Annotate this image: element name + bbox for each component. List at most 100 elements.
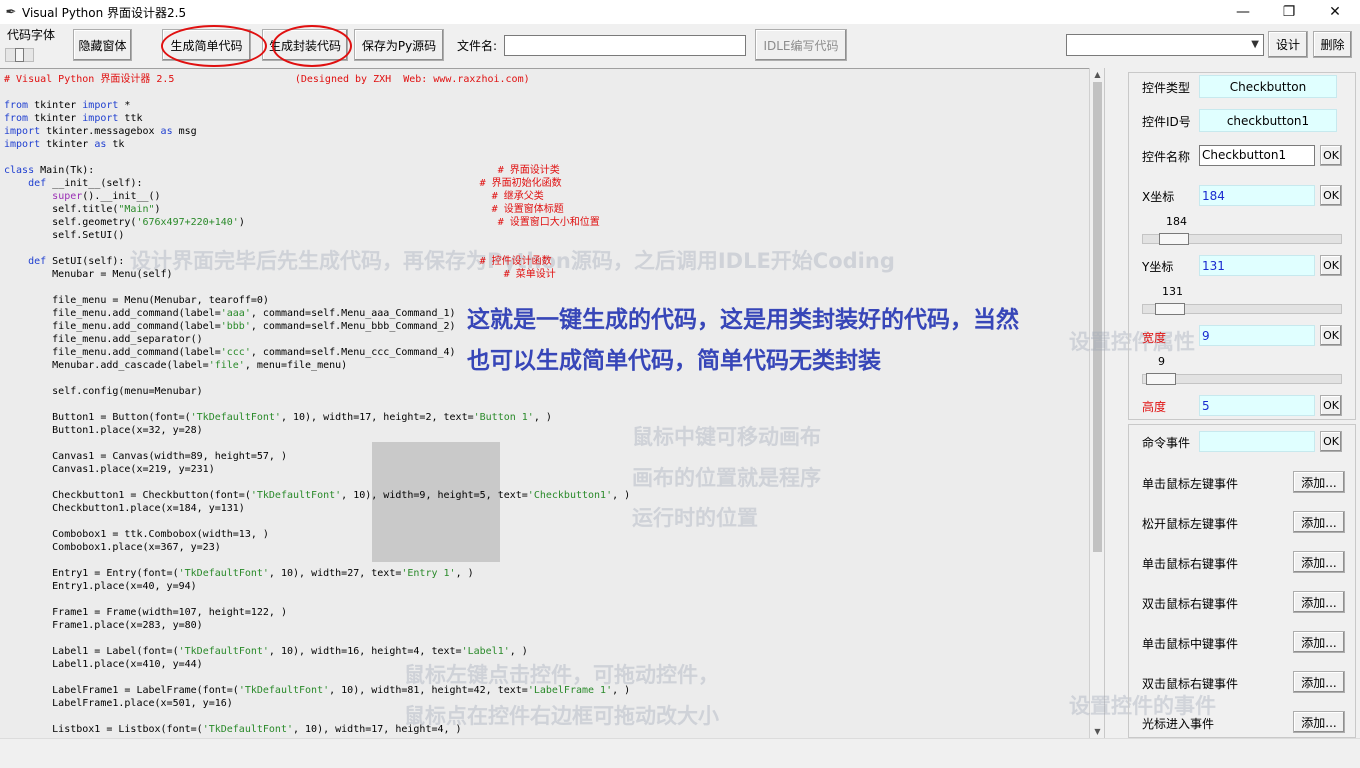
code-scrollbar[interactable]: ▲ ▼ <box>1089 68 1104 738</box>
add-event-button[interactable]: 添加... <box>1293 631 1345 653</box>
y-slider[interactable] <box>1142 303 1342 315</box>
code-token: Label1.place(x=410, y=44) <box>4 659 203 670</box>
code-line[interactable]: Checkbutton1.place(x=184, y=131) <box>4 502 1088 515</box>
code-line[interactable]: Checkbutton1 = Checkbutton(font=('TkDefa… <box>4 489 1088 502</box>
code-token: import <box>4 139 41 150</box>
y-input[interactable]: 131 <box>1199 255 1315 276</box>
scroll-up-icon[interactable]: ▲ <box>1090 70 1105 79</box>
hide-window-button[interactable]: 隐藏窗体 <box>73 29 132 61</box>
filename-input[interactable] <box>504 35 746 56</box>
code-font-slider[interactable] <box>5 48 34 62</box>
scroll-down-icon[interactable]: ▼ <box>1090 727 1105 736</box>
generate-simple-code-button[interactable]: 生成简单代码 <box>162 29 251 61</box>
code-editor[interactable]: 设计界面完毕后先生成代码，再保存为Python源码，之后调用IDLE开始Codi… <box>0 68 1104 738</box>
code-line[interactable]: Canvas1.place(x=219, y=231) <box>4 463 1088 476</box>
command-ok-button[interactable]: OK <box>1320 431 1342 452</box>
code-line[interactable] <box>4 398 1088 411</box>
code-line[interactable]: self.title("Main") # 设置窗体标题 <box>4 203 1088 216</box>
code-token: 'bbb' <box>220 321 251 332</box>
code-text[interactable]: # Visual Python 界面设计器 2.5 (Designed by Z… <box>4 73 1088 737</box>
close-button[interactable]: ✕ <box>1312 0 1358 24</box>
code-line[interactable] <box>4 86 1088 99</box>
code-line[interactable]: class Main(Tk): # 界面设计类 <box>4 164 1088 177</box>
code-line[interactable] <box>4 632 1088 645</box>
width-input[interactable]: 9 <box>1199 325 1315 346</box>
code-line[interactable]: def __init__(self): # 界面初始化函数 <box>4 177 1088 190</box>
design-button[interactable]: 设计 <box>1268 31 1308 58</box>
code-line[interactable]: Canvas1 = Canvas(width=89, height=57, ) <box>4 450 1088 463</box>
code-line[interactable] <box>4 710 1088 723</box>
code-line[interactable]: from tkinter import ttk <box>4 112 1088 125</box>
add-event-button[interactable]: 添加... <box>1293 471 1345 493</box>
code-line[interactable] <box>4 281 1088 294</box>
scrollbar-thumb[interactable] <box>1093 82 1102 552</box>
name-ok-button[interactable]: OK <box>1320 145 1342 166</box>
control-name-input[interactable]: Checkbutton1 <box>1199 145 1315 166</box>
code-token: tkinter.messagebox <box>40 126 161 137</box>
code-line[interactable]: self.SetUI() <box>4 229 1088 242</box>
code-line[interactable]: Entry1 = Entry(font=('TkDefaultFont', 10… <box>4 567 1088 580</box>
code-line[interactable]: Button1.place(x=32, y=28) <box>4 424 1088 437</box>
code-line[interactable]: super().__init__() # 继承父类 <box>4 190 1088 203</box>
code-line[interactable]: # Visual Python 界面设计器 2.5 (Designed by Z… <box>4 73 1088 86</box>
code-line[interactable]: Label1.place(x=410, y=44) <box>4 658 1088 671</box>
minimize-button[interactable]: — <box>1220 0 1266 24</box>
generate-class-code-button[interactable]: 生成封装代码 <box>262 29 348 61</box>
control-id-label: 控件ID号 <box>1142 115 1191 129</box>
slider-thumb[interactable] <box>1159 233 1189 245</box>
code-line[interactable]: LabelFrame1 = LabelFrame(font=('TkDefaul… <box>4 684 1088 697</box>
code-line[interactable]: LabelFrame1.place(x=501, y=16) <box>4 697 1088 710</box>
code-line[interactable]: Menubar = Menu(self) # 菜单设计 <box>4 268 1088 281</box>
command-event-input[interactable] <box>1199 431 1315 452</box>
code-line[interactable] <box>4 151 1088 164</box>
code-line[interactable] <box>4 554 1088 567</box>
code-token: Menubar.add_cascade(label= <box>4 360 209 371</box>
height-input[interactable]: 5 <box>1199 395 1315 416</box>
code-line[interactable]: self.geometry('676x497+220+140') # 设置窗口大… <box>4 216 1088 229</box>
code-line[interactable]: Frame1 = Frame(width=107, height=122, ) <box>4 606 1088 619</box>
code-line[interactable]: def SetUI(self): # 控件设计函数 <box>4 255 1088 268</box>
x-slider[interactable] <box>1142 233 1342 245</box>
widget-select[interactable]: ▼ <box>1066 34 1264 56</box>
code-line[interactable]: Label1 = Label(font=('TkDefaultFont', 10… <box>4 645 1088 658</box>
x-input[interactable]: 184 <box>1199 185 1315 206</box>
slider-thumb[interactable] <box>1146 373 1176 385</box>
code-token: import <box>4 126 41 137</box>
code-line[interactable] <box>4 515 1088 528</box>
save-py-button[interactable]: 保存为Py源码 <box>354 29 444 61</box>
code-line[interactable]: Frame1.place(x=283, y=80) <box>4 619 1088 632</box>
code-line[interactable]: Entry1.place(x=40, y=94) <box>4 580 1088 593</box>
code-line[interactable]: import tkinter.messagebox as msg <box>4 125 1088 138</box>
code-line[interactable] <box>4 242 1088 255</box>
code-line[interactable]: from tkinter import * <box>4 99 1088 112</box>
code-line[interactable] <box>4 476 1088 489</box>
slider-thumb[interactable] <box>1155 303 1185 315</box>
delete-button[interactable]: 删除 <box>1313 31 1352 58</box>
add-event-button[interactable]: 添加... <box>1293 671 1345 693</box>
add-event-button[interactable]: 添加... <box>1293 591 1345 613</box>
code-line[interactable]: import tkinter as tk <box>4 138 1088 151</box>
width-ok-button[interactable]: OK <box>1320 325 1342 346</box>
add-event-button[interactable]: 添加... <box>1293 511 1345 533</box>
idle-code-button[interactable]: IDLE编写代码 <box>755 29 847 61</box>
y-scale-value: 131 <box>1162 285 1183 298</box>
code-token: Entry1 = Entry(font=( <box>4 568 179 579</box>
code-line[interactable] <box>4 437 1088 450</box>
code-token: Listbox1 = Listbox(font=( <box>4 724 203 735</box>
height-ok-button[interactable]: OK <box>1320 395 1342 416</box>
y-ok-button[interactable]: OK <box>1320 255 1342 276</box>
code-line[interactable]: Listbox1 = Listbox(font=('TkDefaultFont'… <box>4 723 1088 736</box>
code-line[interactable] <box>4 671 1088 684</box>
code-line[interactable]: self.config(menu=Menubar) <box>4 385 1088 398</box>
code-line[interactable]: Button1 = Button(font=('TkDefaultFont', … <box>4 411 1088 424</box>
x-ok-button[interactable]: OK <box>1320 185 1342 206</box>
chevron-down-icon[interactable]: ▼ <box>1251 39 1259 50</box>
code-line[interactable]: Combobox1.place(x=367, y=23) <box>4 541 1088 554</box>
add-event-button[interactable]: 添加... <box>1293 551 1345 573</box>
add-event-button[interactable]: 添加... <box>1293 711 1345 733</box>
maximize-button[interactable]: ❐ <box>1266 0 1312 24</box>
code-line[interactable]: Combobox1 = ttk.Combobox(width=13, ) <box>4 528 1088 541</box>
code-line[interactable] <box>4 593 1088 606</box>
width-slider[interactable] <box>1142 373 1342 385</box>
slider-thumb[interactable] <box>15 48 24 62</box>
